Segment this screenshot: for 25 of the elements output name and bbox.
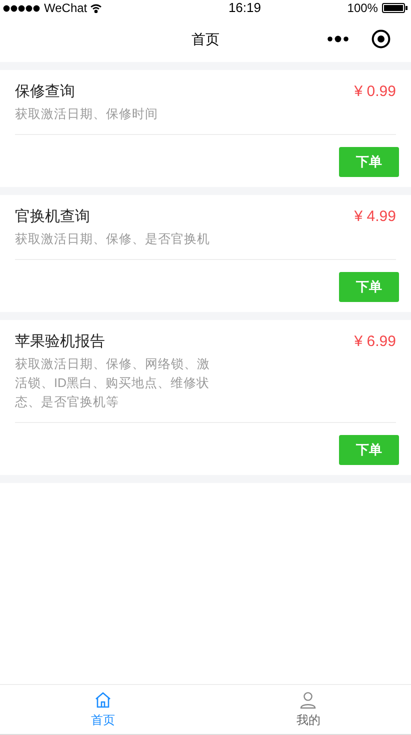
- product-description: 获取激活日期、保修、网络锁、激活锁、ID黑白、购买地点、维修状态、是否官换机等: [15, 356, 211, 411]
- close-target-icon[interactable]: [371, 29, 391, 49]
- wifi-icon: [90, 4, 102, 12]
- signal-icon: [3, 4, 41, 12]
- product-title: 苹果验机报告: [15, 332, 106, 352]
- battery-percent: 100%: [347, 0, 378, 17]
- product-description: 获取激活日期、保修、是否官换机: [15, 231, 210, 248]
- product-title: 官换机查询: [15, 207, 91, 227]
- page-title: 首页: [192, 30, 220, 48]
- order-button[interactable]: 下单: [339, 435, 399, 465]
- product-description: 获取激活日期、保修时间: [15, 106, 158, 123]
- product-price: ¥ 6.99: [354, 332, 396, 352]
- product-price: ¥ 4.99: [354, 207, 396, 227]
- battery-icon: [382, 3, 408, 13]
- clock-time: 16:19: [228, 0, 261, 18]
- more-icon[interactable]: [327, 35, 349, 43]
- order-button[interactable]: 下单: [339, 272, 399, 302]
- tab-bar-item[interactable]: 我的: [206, 685, 411, 734]
- user-icon: [299, 690, 318, 708]
- product-price: ¥ 0.99: [354, 82, 396, 102]
- carrier-name: WeChat: [44, 0, 88, 17]
- order-button[interactable]: 下单: [339, 147, 399, 177]
- tab-bar-item[interactable]: 首页: [0, 685, 206, 734]
- product-title: 保修查询: [15, 82, 76, 102]
- home-icon: [94, 690, 112, 708]
